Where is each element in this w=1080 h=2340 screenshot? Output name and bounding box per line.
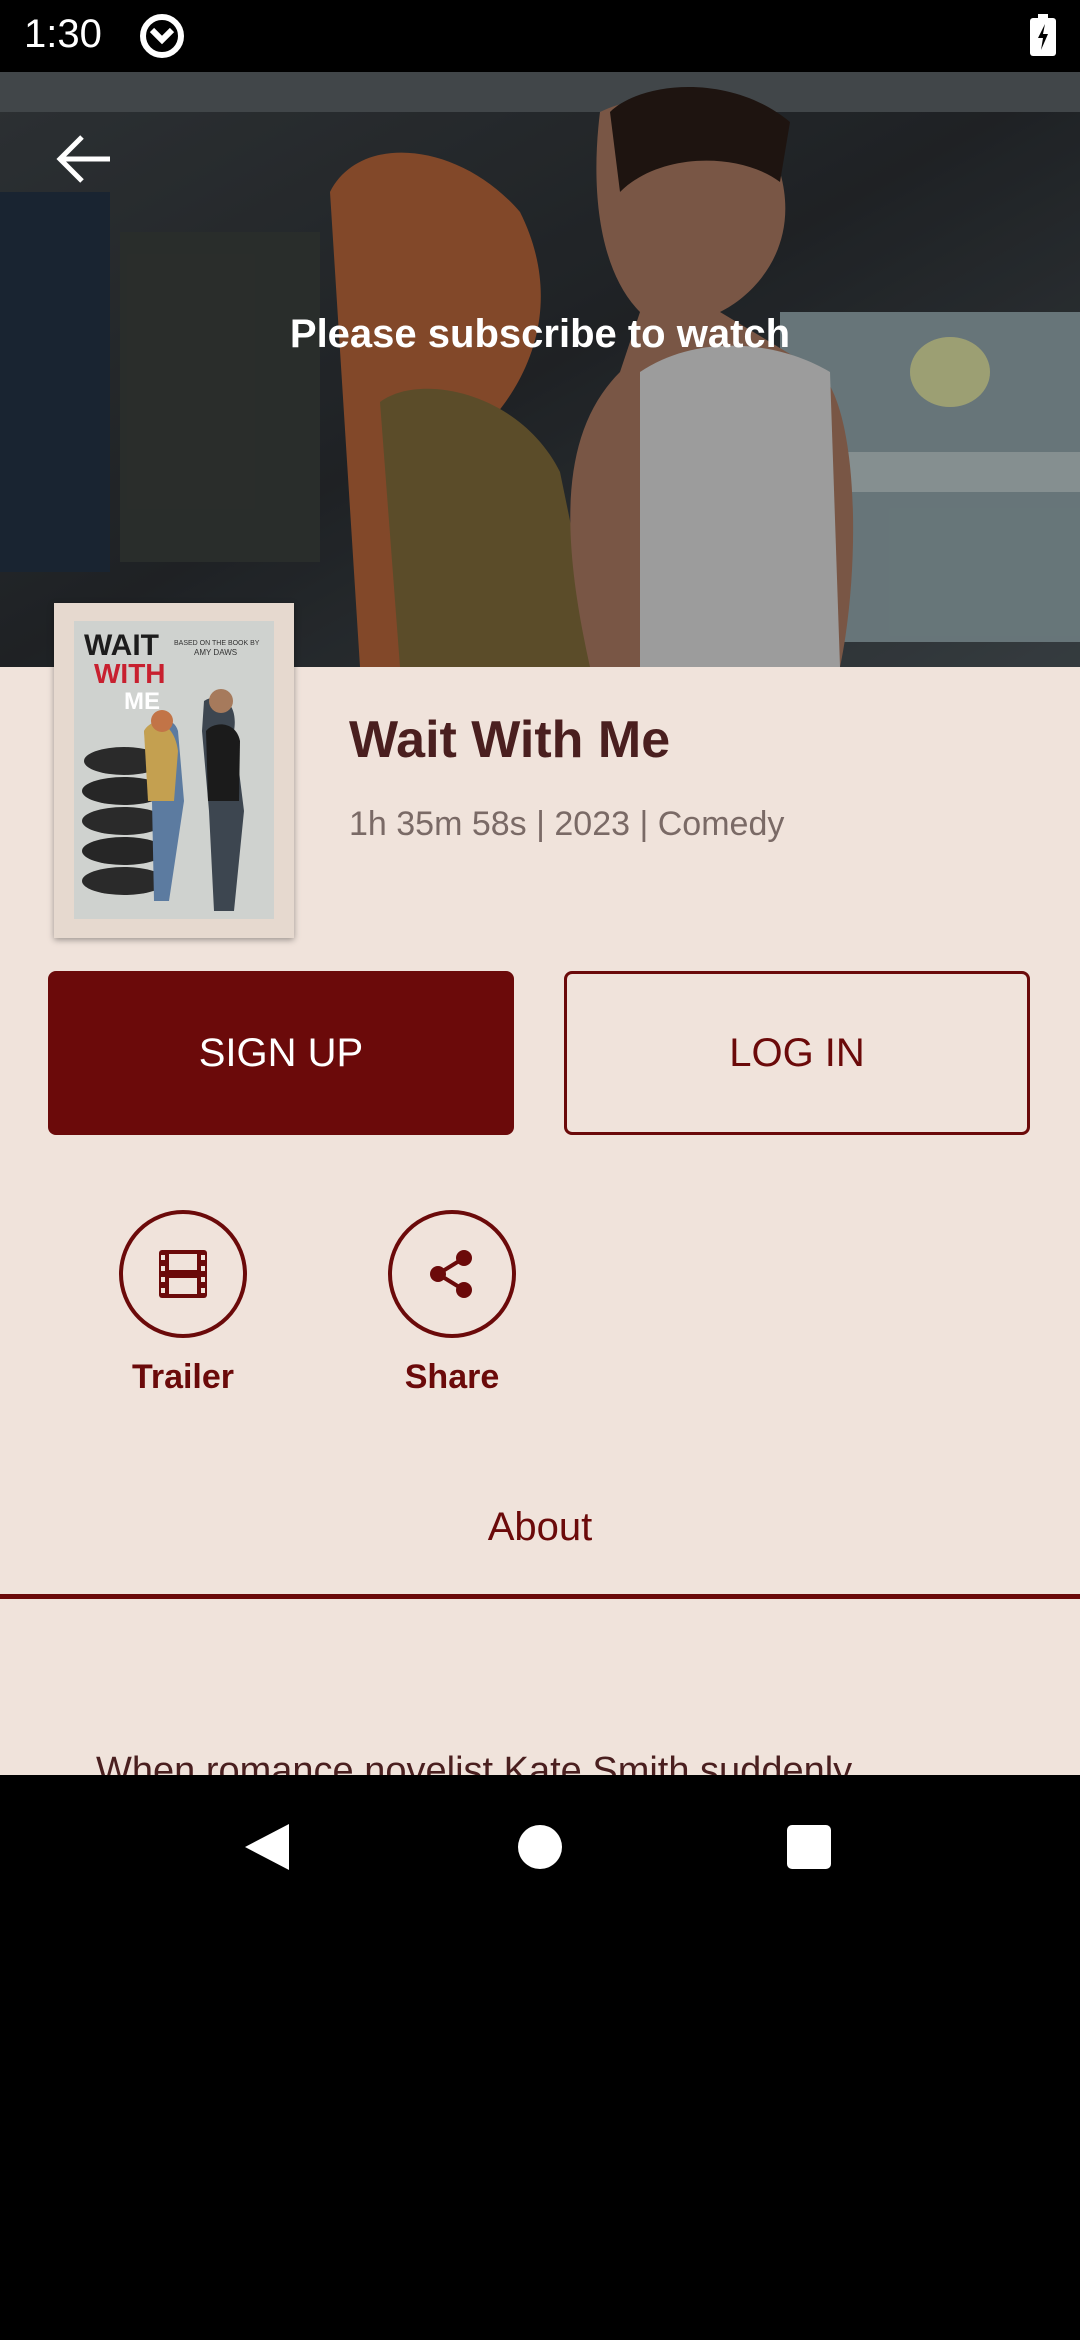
movie-description: When romance novelist Kate Smith suddenl… bbox=[96, 1750, 853, 1775]
share-icon bbox=[430, 1250, 472, 1298]
share-button[interactable] bbox=[388, 1210, 516, 1338]
nav-back-icon[interactable] bbox=[243, 1822, 291, 1872]
movie-title: Wait With Me bbox=[349, 711, 671, 769]
log-in-button[interactable]: LOG IN bbox=[564, 971, 1030, 1135]
tab-indicator bbox=[0, 1594, 1080, 1599]
tab-about[interactable]: About bbox=[0, 1505, 1080, 1550]
trailer-action[interactable]: Trailer bbox=[93, 1210, 273, 1397]
movie-poster: WAIT WITH ME BASED ON THE BOOK BY AMY DA… bbox=[54, 603, 294, 938]
nav-home-icon[interactable] bbox=[518, 1825, 562, 1869]
poster-tagline: BASED ON THE BOOK BY bbox=[174, 640, 260, 647]
movie-meta: 1h 35m 58s | 2023 | Comedy bbox=[349, 805, 785, 843]
poster-title-line3: ME bbox=[124, 688, 160, 715]
film-icon bbox=[159, 1250, 207, 1298]
nav-recent-icon[interactable] bbox=[787, 1825, 831, 1869]
sign-up-button[interactable]: SIGN UP bbox=[48, 971, 514, 1135]
share-action[interactable]: Share bbox=[362, 1210, 542, 1397]
poster-title-line2: WITH bbox=[94, 658, 166, 689]
share-label: Share bbox=[404, 1358, 500, 1396]
trailer-label: Trailer bbox=[131, 1358, 235, 1396]
poster-author: AMY DAWS bbox=[194, 648, 237, 657]
trailer-button[interactable] bbox=[119, 1210, 247, 1338]
